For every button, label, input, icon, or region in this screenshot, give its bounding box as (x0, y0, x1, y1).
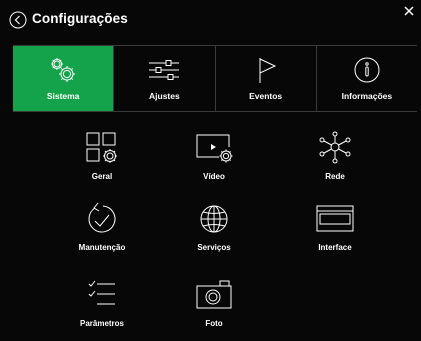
gears-icon (45, 55, 81, 85)
camera-icon (193, 278, 235, 314)
menu-item-foto[interactable]: Foto (159, 278, 269, 338)
title-bar: Configurações (0, 0, 421, 40)
tab-label: Ajustes (149, 91, 180, 101)
tab-bar: Sistema Ajustes Eventos Informações (13, 45, 417, 112)
tab-sistema[interactable]: Sistema (13, 46, 115, 111)
close-icon (404, 6, 414, 16)
back-button[interactable] (8, 10, 28, 30)
menu-item-video[interactable]: Vídeo (159, 131, 269, 191)
network-icon (314, 131, 356, 167)
flag-icon (248, 55, 284, 85)
window-icon (314, 202, 356, 238)
checklist-icon (81, 278, 123, 314)
tab-informacoes[interactable]: Informações (317, 46, 417, 111)
menu-item-label: Vídeo (203, 172, 225, 181)
menu-item-manutencao[interactable]: Manutenção (47, 202, 157, 262)
refresh-check-icon (81, 202, 123, 238)
menu-item-parametros[interactable]: Parâmetros (47, 278, 157, 338)
info-icon (349, 55, 385, 85)
menu-item-label: Interface (318, 243, 352, 252)
sliders-icon (146, 55, 182, 85)
back-arrow-icon (9, 11, 27, 29)
tab-label: Eventos (249, 91, 283, 101)
menu-item-label: Foto (205, 319, 223, 328)
menu-item-interface[interactable]: Interface (280, 202, 390, 262)
menu-item-label: Geral (91, 172, 113, 181)
menu-item-label: Rede (325, 172, 345, 181)
tab-eventos[interactable]: Eventos (216, 46, 317, 111)
close-button[interactable] (403, 5, 415, 17)
menu-item-geral[interactable]: Geral (47, 131, 157, 191)
tab-label: Informações (341, 91, 393, 101)
tab-label: Sistema (46, 91, 80, 101)
tab-ajustes[interactable]: Ajustes (114, 46, 216, 111)
menu-item-label: Parâmetros (79, 319, 125, 328)
grid-gear-icon (81, 131, 123, 167)
globe-icon (193, 202, 235, 238)
menu-item-rede[interactable]: Rede (280, 131, 390, 191)
menu-item-label: Manutenção (78, 243, 126, 252)
video-gear-icon (193, 131, 235, 167)
menu-item-label: Serviços (197, 243, 231, 252)
menu-item-servicos[interactable]: Serviços (159, 202, 269, 262)
page-title: Configurações (32, 11, 128, 26)
